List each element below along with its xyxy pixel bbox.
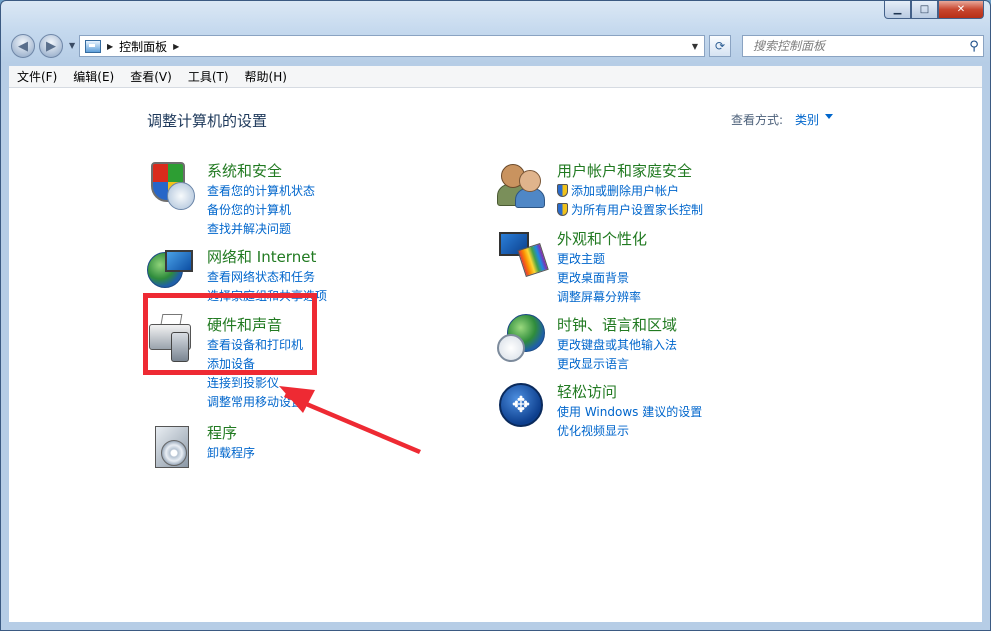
menu-help[interactable]: 帮助(H): [237, 68, 295, 85]
breadcrumb-separator-icon[interactable]: ▶: [107, 42, 113, 51]
control-panel-icon: [85, 39, 101, 53]
maximize-button[interactable]: □: [911, 1, 938, 19]
menu-bar: 文件(F) 编辑(E) 查看(V) 工具(T) 帮助(H): [9, 66, 982, 88]
forward-button[interactable]: ▶: [39, 34, 63, 58]
annotation-arrow: [279, 386, 421, 454]
back-button[interactable]: ◀: [11, 34, 35, 58]
address-bar[interactable]: ▶ 控制面板 ▶ ▼: [79, 35, 705, 57]
caption-buttons: ▁ □ ✕: [884, 1, 984, 19]
address-dropdown-icon[interactable]: ▼: [692, 42, 698, 51]
search-box[interactable]: ⚲: [742, 35, 984, 57]
navigation-bar: ◀ ▶ ▼ ▶ 控制面板 ▶ ▼ ⟳ ⚲: [9, 31, 984, 61]
menu-tools[interactable]: 工具(T): [180, 68, 237, 85]
breadcrumb-separator-icon[interactable]: ▶: [173, 42, 179, 51]
close-button[interactable]: ✕: [938, 1, 984, 19]
search-icon[interactable]: ⚲: [965, 39, 983, 54]
refresh-button[interactable]: ⟳: [709, 35, 731, 57]
content-area: 调整计算机的设置 查看方式: 类别 系统和安全 查看您的计算机状态 备份您的计算…: [9, 88, 982, 622]
search-input[interactable]: [751, 38, 965, 54]
menu-view[interactable]: 查看(V): [122, 68, 180, 85]
minimize-button[interactable]: ▁: [884, 1, 911, 19]
menu-file[interactable]: 文件(F): [9, 68, 65, 85]
recent-pages-dropdown-icon[interactable]: ▼: [69, 41, 75, 50]
breadcrumb-control-panel[interactable]: 控制面板: [119, 38, 167, 55]
menu-edit[interactable]: 编辑(E): [65, 68, 122, 85]
control-panel-window: ▁ □ ✕ ◀ ▶ ▼ ▶ 控制面板 ▶ ▼ ⟳ ⚲ 文件(F) 编辑(E) 查…: [0, 0, 991, 631]
